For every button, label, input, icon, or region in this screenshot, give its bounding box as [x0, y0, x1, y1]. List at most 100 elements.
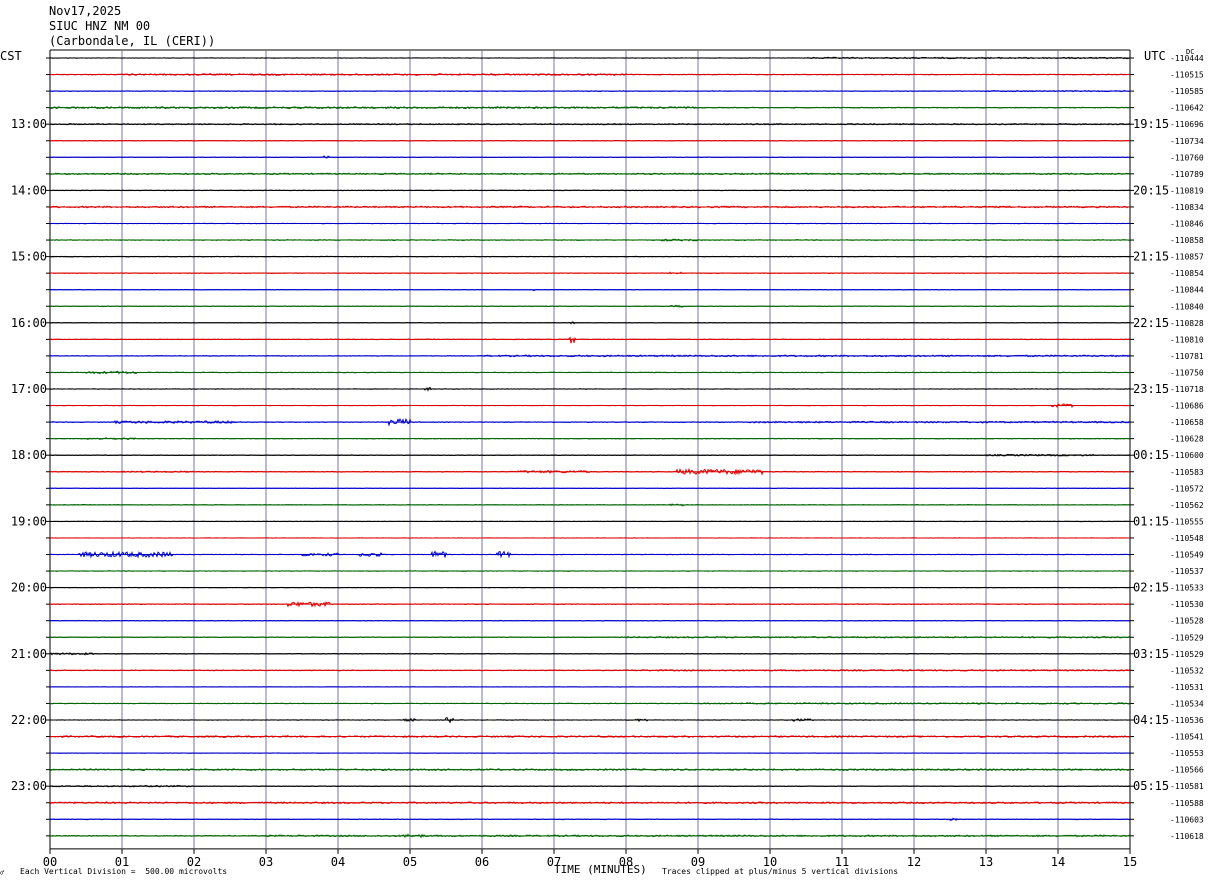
cst-hour-label: 13:00 [11, 117, 47, 131]
dc-offset-label: -110555 [1170, 517, 1204, 526]
dc-offset-label: -110603 [1170, 815, 1204, 824]
seismic-trace [49, 255, 1131, 258]
cst-hour-label: 22:00 [11, 713, 47, 727]
seismic-trace [49, 453, 1131, 457]
dc-offset-label: -110528 [1170, 617, 1204, 626]
dc-offset-label: -110600 [1170, 451, 1204, 460]
dc-offset-label: -110572 [1170, 484, 1204, 493]
dc-offset-label: -110834 [1170, 203, 1204, 212]
seismic-trace [49, 271, 1131, 275]
seismic-trace [49, 768, 1131, 772]
clip-note: Traces clipped at plus/minus 5 vertical … [662, 867, 899, 876]
seismic-trace [49, 817, 1131, 822]
footer-mark: ♂ [0, 869, 5, 877]
dc-offset-label: -110628 [1170, 435, 1204, 444]
seismic-trace [49, 437, 1131, 441]
seismic-trace [49, 619, 1131, 622]
cst-hour-label: 20:00 [11, 581, 47, 595]
seismic-trace [49, 336, 1131, 344]
dc-offset-label: -110718 [1170, 385, 1204, 394]
cst-hour-label: 23:00 [11, 779, 47, 793]
seismic-trace [49, 570, 1131, 572]
dc-offset-label: -110548 [1170, 534, 1204, 543]
dc-offset-label: -110553 [1170, 749, 1204, 758]
seismic-trace [49, 503, 1131, 507]
dc-offset-label: -110734 [1170, 137, 1204, 146]
seismic-trace [49, 189, 1130, 192]
utc-hour-label: 23:15 [1133, 382, 1169, 396]
seismic-trace [49, 716, 1131, 724]
seismic-trace [49, 370, 1131, 375]
dc-offset-label: -110857 [1170, 253, 1204, 262]
scale-note: Each Vertical Division = 500.00 microvol… [20, 867, 228, 876]
seismic-trace [49, 304, 1131, 308]
utc-hour-label: 00:15 [1133, 448, 1169, 462]
dc-offset-label: -110810 [1170, 335, 1204, 344]
x-tick-label: 03 [259, 855, 273, 869]
x-tick-label: 05 [403, 855, 417, 869]
dc-offset-label: -110618 [1170, 832, 1204, 841]
seismic-trace [49, 222, 1131, 225]
seismic-trace [49, 833, 1131, 839]
dc-offset-label: -110750 [1170, 368, 1204, 377]
dc-offset-label: -110536 [1170, 716, 1204, 725]
utc-hour-label: 04:15 [1133, 713, 1169, 727]
dc-offset-label: -110844 [1170, 286, 1204, 295]
cst-hour-label: 21:00 [11, 647, 47, 661]
dc-offset-label: -110515 [1170, 71, 1204, 80]
cst-hour-label: 18:00 [11, 448, 47, 462]
seismic-trace [49, 467, 1131, 476]
utc-hour-label: 20:15 [1133, 183, 1169, 197]
seismic-trace [49, 105, 1131, 110]
grid-layer [46, 49, 1134, 854]
utc-hour-label: 01:15 [1133, 514, 1169, 528]
seismic-trace [49, 238, 1131, 242]
dc-offset-label: -110534 [1170, 699, 1204, 708]
cst-hour-label: 17:00 [11, 382, 47, 396]
dc-offset-label: -110642 [1170, 104, 1204, 113]
utc-hour-label: 19:15 [1133, 117, 1169, 131]
dc-offset-label: -110846 [1170, 220, 1204, 229]
seismic-trace [49, 72, 1131, 77]
cst-hour-label: 16:00 [11, 316, 47, 330]
dc-offset-label: -110696 [1170, 120, 1204, 129]
seismic-trace [49, 288, 1131, 291]
utc-hour-label: 03:15 [1133, 647, 1169, 661]
dc-offset-label: -110686 [1170, 402, 1204, 411]
dc-offset-label: -110566 [1170, 766, 1204, 775]
seismic-trace [49, 386, 1131, 392]
seismic-trace [49, 139, 1131, 142]
utc-hour-label: 02:15 [1133, 581, 1169, 595]
x-tick-label: 06 [475, 855, 489, 869]
helicorder-plot: 00 01 02 03 04 05 06 07 08 09 10 11 12 13 14 15-110444-… [11, 49, 1204, 869]
dc-offset-label: -110858 [1170, 236, 1204, 245]
utc-hour-label: 21:15 [1133, 250, 1169, 264]
dc-offset-label: -110529 [1170, 650, 1204, 659]
seismic-trace [49, 321, 1131, 325]
x-tick-label: 12 [907, 855, 921, 869]
dc-offset-label: -110840 [1170, 302, 1204, 311]
dc-offset-label: -110789 [1170, 170, 1204, 179]
dc-offset-label: -110530 [1170, 600, 1204, 609]
seismic-trace [49, 205, 1131, 209]
dc-offset-label: -110533 [1170, 584, 1204, 593]
dc-offset-label: -110588 [1170, 799, 1204, 808]
dc-offset-label: -110585 [1170, 87, 1204, 96]
dc-offset-label: -110541 [1170, 733, 1204, 742]
dc-offset-label: -110854 [1170, 269, 1204, 278]
cst-hour-label: 14:00 [11, 183, 47, 197]
dc-offset-label: -110828 [1170, 319, 1204, 328]
label-layer: 00 01 02 03 04 05 06 07 08 09 10 11 12 13 14 15-110444-… [11, 54, 1204, 869]
x-axis-title: TIME (MINUTES) [554, 863, 647, 876]
cst-hour-label: 19:00 [11, 514, 47, 528]
dc-offset-label: -110444 [1170, 54, 1204, 63]
x-tick-label: 04 [331, 855, 345, 869]
dc-offset-label: -110760 [1170, 153, 1204, 162]
dc-offset-label: -110781 [1170, 352, 1204, 361]
x-tick-label: 15 [1123, 855, 1137, 869]
seismic-trace [49, 550, 1131, 559]
utc-hour-label: 22:15 [1133, 316, 1169, 330]
cst-hour-label: 15:00 [11, 250, 47, 264]
dc-offset-label: -110581 [1170, 782, 1204, 791]
seismic-trace [49, 651, 1131, 656]
